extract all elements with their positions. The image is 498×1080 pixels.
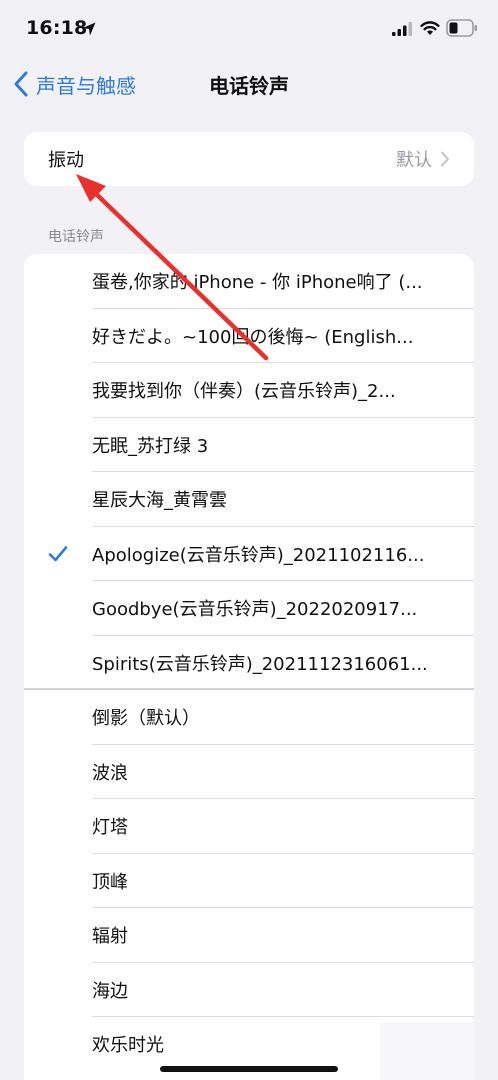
ringtone-label: 波浪 [92, 762, 128, 784]
vibration-label: 振动 [48, 150, 84, 171]
battery-icon [446, 19, 477, 37]
wifi-icon [420, 21, 440, 35]
ringtone-row-custom[interactable]: Spirits(云音乐铃声)_2021112316061... [24, 636, 474, 690]
section-header-ringtones: 电话铃声 [48, 229, 104, 245]
ringtone-row-custom[interactable]: 我要找到你（伴奏）(云音乐铃声)_2... [24, 363, 474, 418]
ringtone-label: 顶峰 [92, 871, 128, 893]
chevron-right-icon [441, 151, 449, 167]
nav-bar: 声音与触感 电话铃声 [0, 56, 498, 112]
ringtone-row-builtin[interactable]: 辐射 [24, 908, 474, 963]
status-time: 16:18 [26, 17, 88, 39]
home-indicator [160, 1066, 338, 1072]
ringtone-row-custom[interactable]: 蛋卷,你家的 iPhone - 你 iPhone响了 (... [24, 254, 474, 309]
checkmark-icon [48, 545, 68, 562]
ringtone-row-custom[interactable]: 无眠_苏打绿 3 [24, 418, 474, 472]
ringtone-row-builtin[interactable]: 灯塔 [24, 799, 474, 854]
ringtone-label: 蛋卷,你家的 iPhone - 你 iPhone响了 (... [92, 272, 423, 294]
ringtone-row-builtin[interactable]: 倒影（默认） [24, 690, 474, 745]
ringtone-row-custom[interactable]: 星辰大海_黄霄雲 [24, 472, 474, 527]
watermark-patch [380, 1022, 474, 1080]
ringtone-label: 星辰大海_黄霄雲 [92, 490, 227, 512]
check-slot [24, 545, 92, 563]
status-bar: 16:18 [0, 0, 498, 56]
ringtone-row-custom[interactable]: Goodbye(云音乐铃声)_2022020917... [24, 581, 474, 636]
ringtone-row-builtin[interactable]: 波浪 [24, 745, 474, 799]
signal-icon [392, 22, 412, 36]
ringtone-label: 欢乐时光 [92, 1035, 164, 1057]
ringtone-label: 倒影（默认） [92, 708, 200, 730]
vibration-group: 振动 默认 [24, 132, 474, 186]
ringtone-label: 我要找到你（伴奏）(云音乐铃声)_2... [92, 381, 396, 403]
location-icon [82, 22, 96, 36]
ringtone-label: 好きだよ。~100回の後悔~ (English... [92, 326, 414, 348]
ringtone-row-builtin[interactable]: 海边 [24, 963, 474, 1017]
ringtone-row-builtin[interactable]: 顶峰 [24, 854, 474, 908]
ringtone-label: Apologize(云音乐铃声)_2021102116... [92, 544, 425, 566]
ringtone-label: 海边 [92, 980, 128, 1002]
ringtone-label: 无眠_苏打绿 3 [92, 435, 209, 457]
page-title: 电话铃声 [209, 74, 289, 98]
ringtone-label: Goodbye(云音乐铃声)_2022020917... [92, 599, 418, 621]
ringtone-row-custom[interactable]: 好きだよ。~100回の後悔~ (English... [24, 309, 474, 363]
ringtone-label: Spirits(云音乐铃声)_2021112316061... [92, 653, 428, 675]
ringtone-label: 辐射 [92, 926, 128, 948]
vibration-value: 默认 [396, 150, 432, 171]
vibration-row[interactable]: 振动 默认 [24, 132, 474, 186]
ringtone-list: 蛋卷,你家的 iPhone - 你 iPhone响了 (... 好きだよ。~10… [24, 254, 474, 1080]
ringtone-label: 灯塔 [92, 817, 128, 839]
ringtone-row-selected[interactable]: Apologize(云音乐铃声)_2021102116... [24, 527, 474, 581]
